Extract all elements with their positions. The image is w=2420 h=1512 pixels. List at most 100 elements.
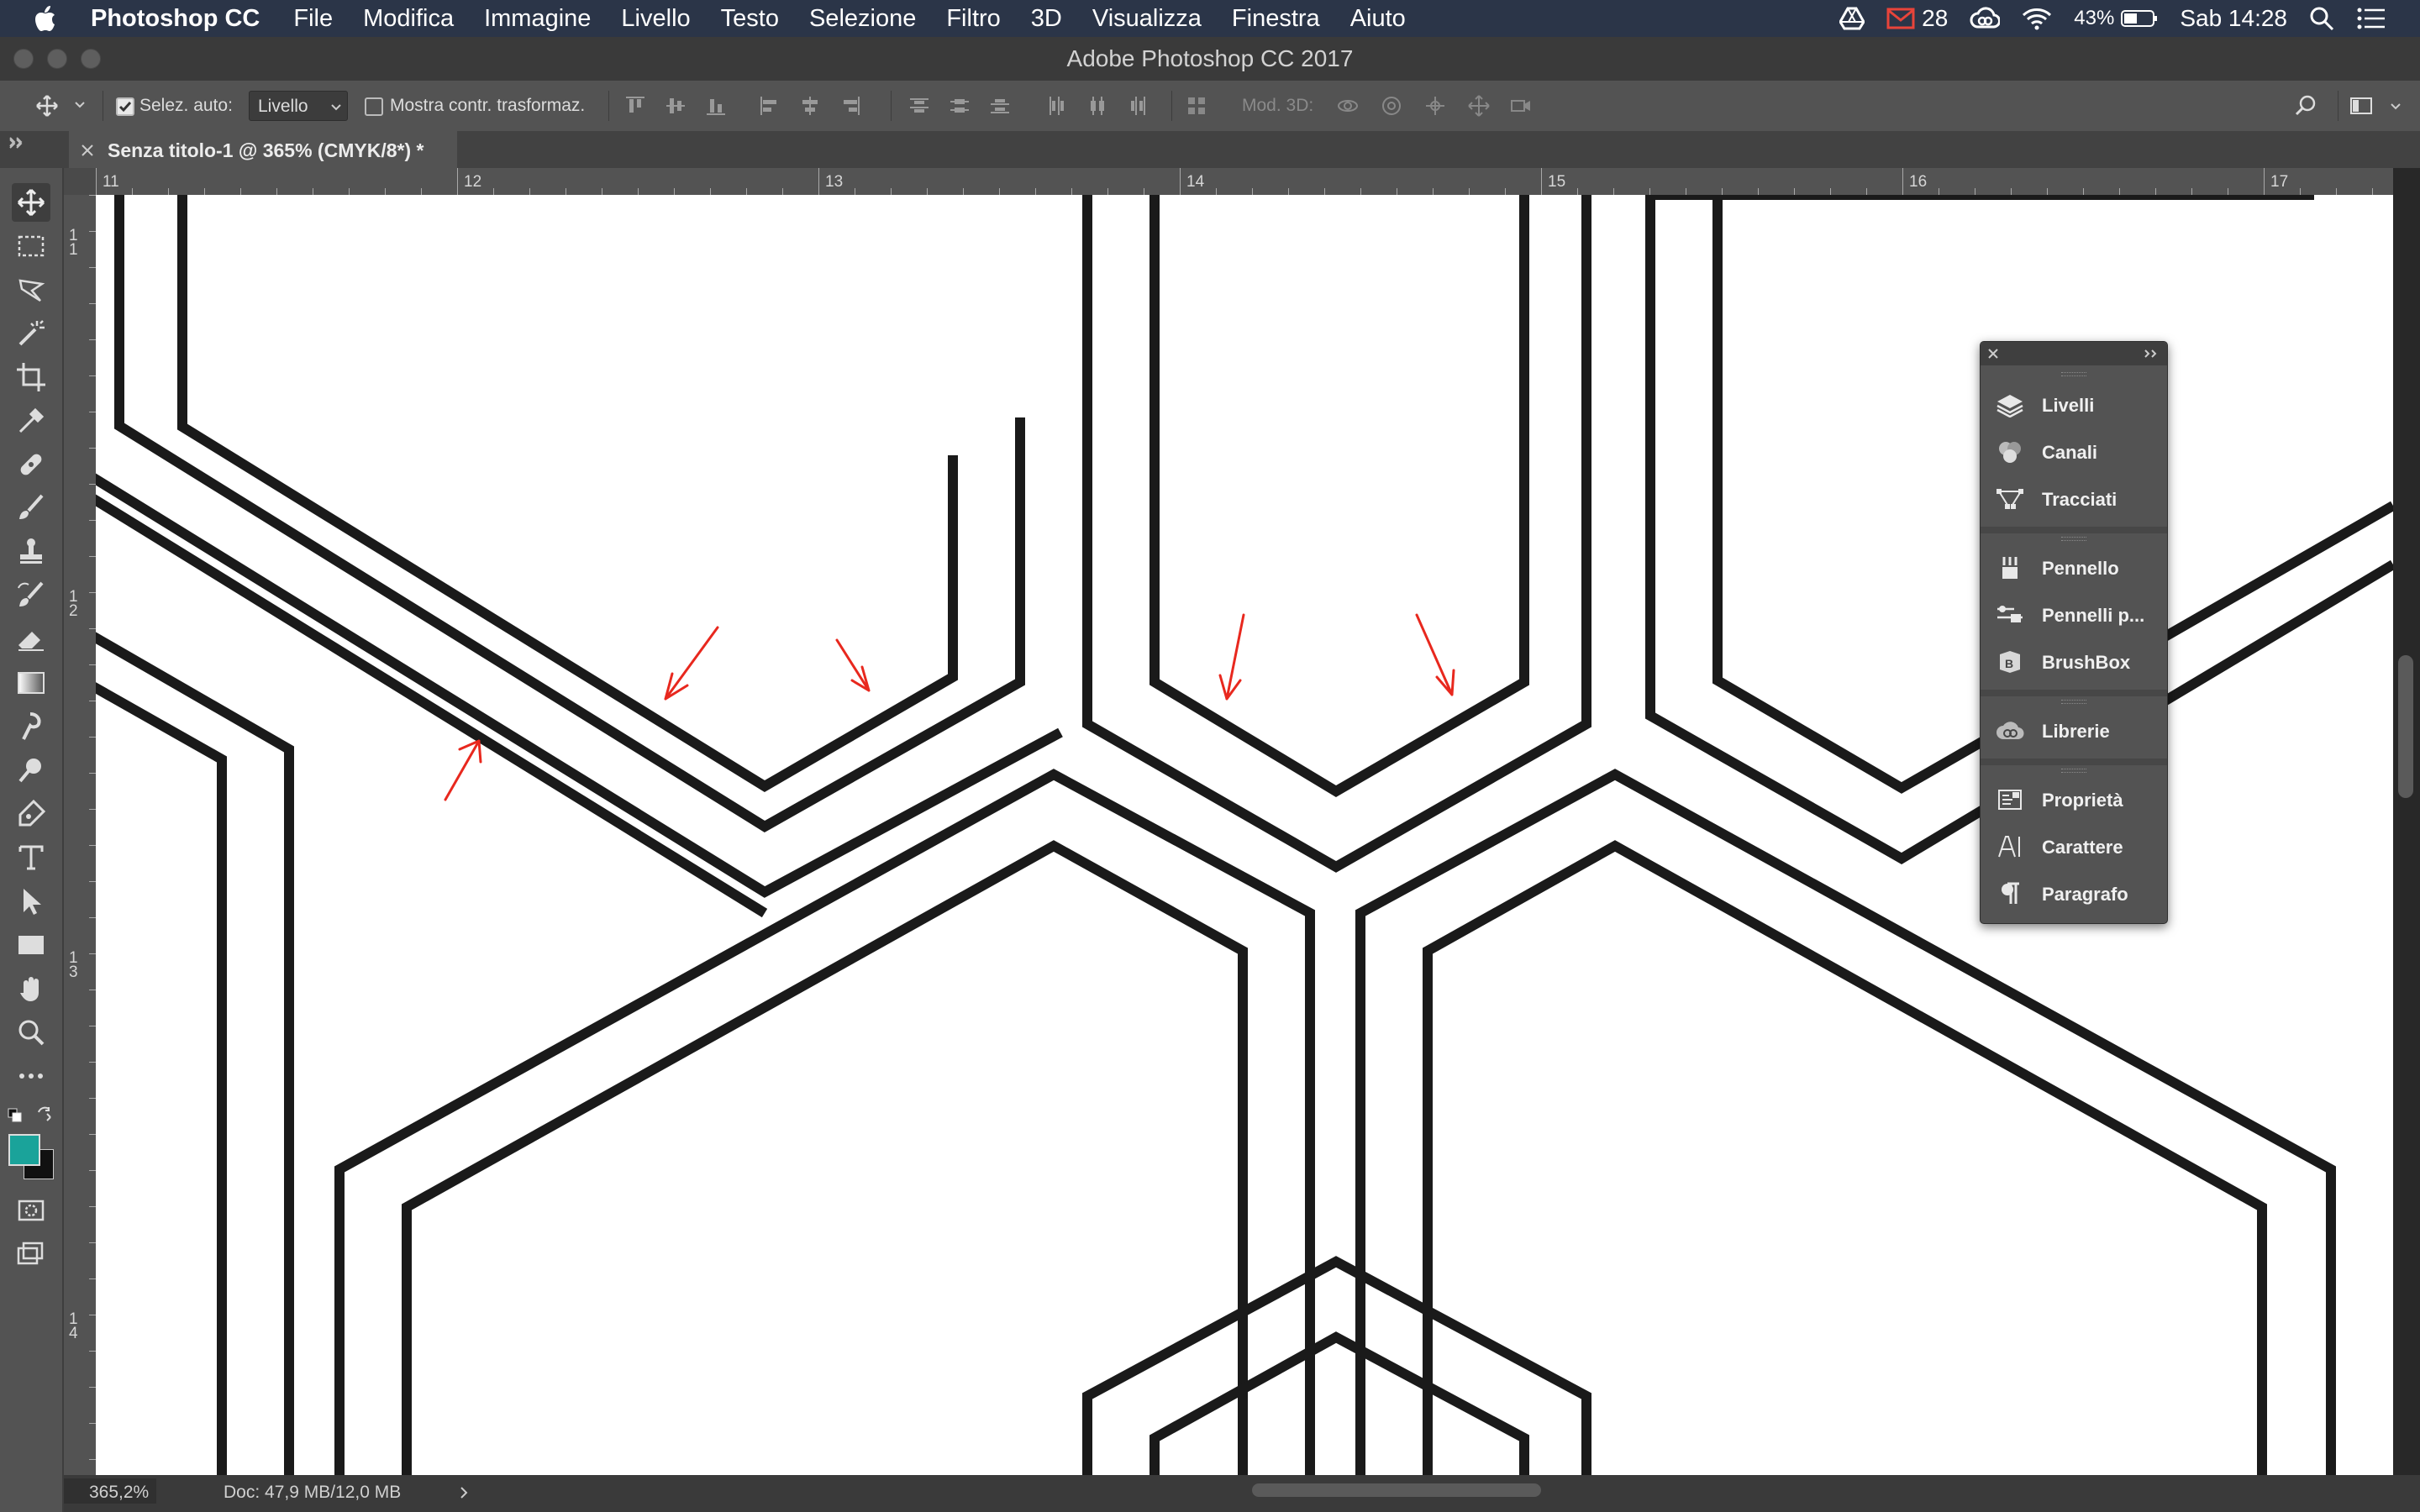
default-colors-icon[interactable] <box>7 1107 24 1124</box>
quick-selection-tool[interactable] <box>12 314 50 353</box>
panel-item-canali[interactable]: Canali <box>1981 429 2167 475</box>
show-transform-controls-checkbox[interactable] <box>365 97 383 116</box>
3d-roll-icon[interactable] <box>1380 94 1403 118</box>
menu-file[interactable]: File <box>293 5 333 33</box>
panel-item-pennello[interactable]: Pennello <box>1981 545 2167 591</box>
menu-immagine[interactable]: Immagine <box>484 5 591 33</box>
3d-pan-icon[interactable] <box>1423 94 1447 118</box>
spotlight-search-icon[interactable] <box>2309 6 2334 31</box>
marquee-tool[interactable] <box>12 227 50 265</box>
history-brush-tool[interactable] <box>12 576 50 615</box>
vertical-scrollbar[interactable] <box>2393 168 2420 1475</box>
distribute-center-icon[interactable] <box>948 94 971 118</box>
panel-item-livelli[interactable]: Livelli <box>1981 382 2167 428</box>
edit-toolbar-button[interactable] <box>12 1057 50 1095</box>
close-icon[interactable] <box>1987 348 1999 360</box>
panel-item-carattere[interactable]: Carattere <box>1981 824 2167 869</box>
lasso-tool[interactable] <box>12 270 50 309</box>
panel-item-paragrafo[interactable]: Paragrafo <box>1981 871 2167 916</box>
mail-status[interactable]: 28 <box>1886 5 1948 32</box>
screen-mode-button[interactable] <box>12 1235 50 1273</box>
3d-camera-icon[interactable] <box>1509 94 1533 118</box>
swap-colors-icon[interactable] <box>35 1105 54 1124</box>
align-top-icon[interactable] <box>623 94 647 118</box>
panel-group-grip[interactable] <box>2061 700 2086 704</box>
3d-orbit-icon[interactable] <box>1336 94 1360 118</box>
eraser-tool[interactable] <box>12 620 50 659</box>
panel-group-grip[interactable] <box>2061 537 2086 541</box>
brush-tool[interactable] <box>12 489 50 528</box>
close-tab-icon[interactable] <box>81 144 94 157</box>
rectangle-tool[interactable] <box>12 926 50 964</box>
auto-select-checkbox[interactable] <box>116 97 134 116</box>
creative-cloud-icon[interactable] <box>1970 7 2001 30</box>
align-right-icon[interactable] <box>839 94 862 118</box>
auto-align-layers-icon[interactable] <box>1185 94 1208 118</box>
apple-icon[interactable] <box>34 4 59 33</box>
blur-tool[interactable] <box>12 707 50 746</box>
panel-item-tracciati[interactable]: Tracciati <box>1981 476 2167 522</box>
ruler-origin[interactable] <box>64 168 96 195</box>
battery-status[interactable]: 43% <box>2074 7 2158 30</box>
menu-testo[interactable]: Testo <box>721 5 779 33</box>
menu-finestra[interactable]: Finestra <box>1232 5 1320 33</box>
eyedropper-tool[interactable] <box>12 402 50 440</box>
healing-brush-tool[interactable] <box>12 445 50 484</box>
panel-item-librerie[interactable]: Librerie <box>1981 708 2167 753</box>
align-vertical-center-icon[interactable] <box>664 94 687 118</box>
zoom-field[interactable]: 365,2% <box>64 1478 156 1504</box>
distribute-bottom-icon[interactable] <box>988 94 1012 118</box>
panel-item-brushbox[interactable]: B BrushBox <box>1981 639 2167 685</box>
chevron-down-icon[interactable] <box>74 99 86 111</box>
distribute-left-icon[interactable] <box>1045 94 1069 118</box>
zoom-tool[interactable] <box>12 1013 50 1052</box>
panel-item-proprieta[interactable]: Proprietà <box>1981 777 2167 822</box>
horizontal-scroll-thumb[interactable] <box>1252 1483 1541 1497</box>
menu-selezione[interactable]: Selezione <box>809 5 916 33</box>
horizontal-ruler[interactable]: 11 12 13 14 15 16 17 <box>96 168 2393 196</box>
gradient-tool[interactable] <box>12 664 50 702</box>
menu-modifica[interactable]: Modifica <box>363 5 454 33</box>
panel-group-grip[interactable] <box>2061 769 2086 773</box>
panel-item-pennelli-predefiniti[interactable]: Pennelli p... <box>1981 592 2167 638</box>
notification-center-icon[interactable] <box>2356 6 2386 31</box>
move-tool-preset-icon[interactable] <box>35 94 59 118</box>
move-tool[interactable] <box>12 183 50 222</box>
distribute-horizontal-center-icon[interactable] <box>1086 94 1109 118</box>
crop-tool[interactable] <box>12 358 50 396</box>
type-tool[interactable] <box>12 838 50 877</box>
pen-tool[interactable] <box>12 795 50 833</box>
clock[interactable]: Sab 14:28 <box>2180 5 2287 32</box>
align-horizontal-center-icon[interactable] <box>798 94 822 118</box>
dodge-tool[interactable] <box>12 751 50 790</box>
distribute-right-icon[interactable] <box>1126 94 1150 118</box>
menu-3d[interactable]: 3D <box>1031 5 1062 33</box>
collapse-toolbar-icon[interactable] <box>8 136 27 148</box>
path-selection-tool[interactable] <box>12 882 50 921</box>
menu-aiuto[interactable]: Aiuto <box>1350 5 1406 33</box>
foreground-color-swatch[interactable] <box>8 1134 40 1166</box>
hand-tool[interactable] <box>12 969 50 1008</box>
clone-stamp-tool[interactable] <box>12 533 50 571</box>
menu-livello[interactable]: Livello <box>621 5 690 33</box>
menu-filtro[interactable]: Filtro <box>946 5 1000 33</box>
panel-dock-header[interactable] <box>1981 342 2167 365</box>
chevron-down-icon[interactable] <box>2390 101 2402 113</box>
menu-visualizza[interactable]: Visualizza <box>1092 5 1202 33</box>
app-menu[interactable]: Photoshop CC <box>91 5 260 33</box>
align-left-icon[interactable] <box>758 94 781 118</box>
align-bottom-icon[interactable] <box>704 94 728 118</box>
vertical-scroll-thumb[interactable] <box>2398 655 2413 798</box>
distribute-top-icon[interactable] <box>908 94 931 118</box>
google-drive-icon[interactable] <box>1839 7 1865 30</box>
wifi-icon[interactable] <box>2022 7 2052 30</box>
3d-slide-icon[interactable] <box>1467 94 1491 118</box>
search-icon[interactable] <box>2294 94 2317 118</box>
tab-document[interactable]: Senza titolo-1 @ 365% (CMYK/8*) * <box>69 131 457 168</box>
workspace-icon[interactable] <box>2349 94 2373 118</box>
expand-panels-icon[interactable] <box>2144 349 2159 359</box>
panel-group-grip[interactable] <box>2061 372 2086 376</box>
vertical-ruler[interactable]: 1 1 1 2 1 3 1 4 <box>64 195 97 1475</box>
chevron-right-icon[interactable] <box>459 1486 469 1499</box>
quick-mask-button[interactable] <box>12 1191 50 1230</box>
